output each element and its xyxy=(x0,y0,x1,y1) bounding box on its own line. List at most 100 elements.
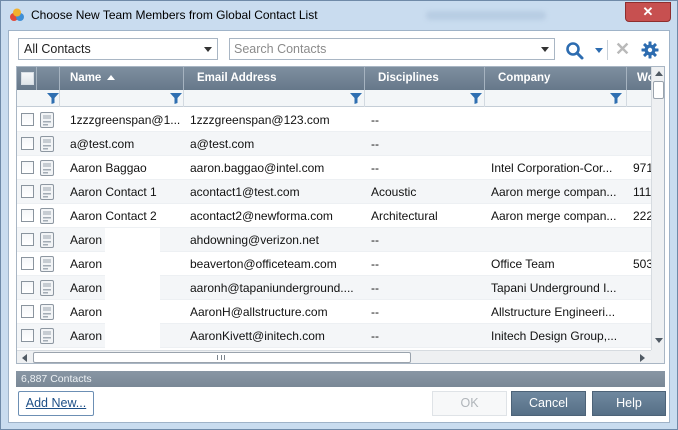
filter-cell-type xyxy=(17,90,60,107)
grip-icon xyxy=(217,355,225,360)
cell-discipline: Architectural xyxy=(371,209,438,223)
clear-x-icon[interactable]: ✕ xyxy=(615,39,630,59)
scroll-left-arrow-icon[interactable] xyxy=(22,354,27,362)
cell-email: acontact2@newforma.com xyxy=(190,209,333,223)
cell-name: 1zzzgreenspan@1... xyxy=(70,113,181,127)
vertical-scroll-thumb[interactable] xyxy=(653,81,664,99)
cell-work xyxy=(627,324,651,348)
filter-cell-email[interactable] xyxy=(184,90,365,107)
row-checkbox[interactable] xyxy=(21,305,34,318)
blurred-title-region xyxy=(426,11,546,20)
table-row[interactable]: Aaron beaverton@officeteam.com -- Office Te… xyxy=(17,252,651,276)
select-all-column xyxy=(17,67,37,90)
row-checkbox[interactable] xyxy=(21,233,34,246)
ok-button[interactable]: OK xyxy=(432,391,507,416)
table-row[interactable]: Aaron AaronH@allstructure.com -- Allstructu… xyxy=(17,300,651,324)
contact-card-icon xyxy=(40,256,54,272)
toolbar-divider xyxy=(607,40,608,60)
column-header-work[interactable]: Wo xyxy=(627,67,651,90)
cell-work: 111- xyxy=(633,185,651,199)
search-icon[interactable] xyxy=(565,41,585,61)
filter-cell-work[interactable] xyxy=(627,90,651,107)
dialog-window: Choose New Team Members from Global Cont… xyxy=(0,0,678,430)
table-row[interactable]: Aaron aaronh@tapaniunderground.... -- Tapan… xyxy=(17,276,651,300)
row-checkbox[interactable] xyxy=(21,113,34,126)
cell-name: Aaron Contact 2 xyxy=(70,209,157,223)
cell-company xyxy=(485,132,627,156)
cell-name: Aaron Contact 1 xyxy=(70,185,157,199)
column-header-name[interactable]: Name xyxy=(60,67,184,90)
cell-discipline: Acoustic xyxy=(371,185,417,199)
contact-card-icon xyxy=(40,280,54,296)
horizontal-scrollbar[interactable] xyxy=(17,350,651,363)
row-checkbox[interactable] xyxy=(21,257,34,270)
table-row[interactable]: Aaron ahdowning@verizon.net -- xyxy=(17,228,651,252)
search-input[interactable] xyxy=(234,41,534,57)
add-new-label: Add New... xyxy=(25,396,87,410)
contact-card-icon xyxy=(40,328,54,344)
title-bar[interactable]: Choose New Team Members from Global Cont… xyxy=(1,1,677,29)
column-header-company[interactable]: Company xyxy=(485,67,627,90)
status-bar: 6,887 Contacts xyxy=(16,371,665,387)
add-new-button[interactable]: Add New... xyxy=(18,391,94,416)
column-header-email[interactable]: Email Address xyxy=(184,67,365,90)
row-checkbox[interactable] xyxy=(21,329,34,342)
cell-email: aaron.baggao@intel.com xyxy=(190,161,325,175)
row-checkbox[interactable] xyxy=(21,281,34,294)
table-row[interactable]: Aaron Contact 1 acontact1@test.com Acousti… xyxy=(17,180,651,204)
filter-funnel-icon[interactable] xyxy=(350,93,362,104)
horizontal-scroll-thumb[interactable] xyxy=(33,352,411,363)
filter-cell-disciplines[interactable] xyxy=(365,90,485,107)
row-checkbox[interactable] xyxy=(21,185,34,198)
type-column xyxy=(37,67,60,90)
contact-card-icon xyxy=(40,136,54,152)
contact-list-dropdown[interactable]: All Contacts xyxy=(18,38,218,60)
cell-name: Aaron Baggao xyxy=(70,161,147,175)
chevron-down-icon[interactable] xyxy=(541,47,549,52)
search-field[interactable] xyxy=(229,38,555,60)
gear-icon[interactable] xyxy=(641,41,659,59)
close-button[interactable]: ✕ xyxy=(625,2,671,22)
table-row[interactable]: Aaron Baggao aaron.baggao@intel.com -- Inte… xyxy=(17,156,651,180)
table-row[interactable]: Aaron AaronKivett@initech.com -- Initech De… xyxy=(17,324,651,348)
filter-funnel-icon[interactable] xyxy=(610,93,622,104)
select-all-checkbox[interactable] xyxy=(21,72,34,85)
search-options-chevron-icon[interactable] xyxy=(595,48,603,53)
redacted-name-block xyxy=(105,324,160,348)
cell-company xyxy=(485,228,627,252)
filter-funnel-icon[interactable] xyxy=(170,93,182,104)
help-button[interactable]: Help xyxy=(592,391,666,416)
cell-discipline: -- xyxy=(371,233,379,247)
row-checkbox[interactable] xyxy=(21,161,34,174)
table-row[interactable]: a@test.com a@test.com -- xyxy=(17,132,651,156)
filter-cell-name[interactable] xyxy=(60,90,184,107)
cell-company xyxy=(485,108,627,132)
cell-discipline: -- xyxy=(371,257,379,271)
sort-ascending-icon xyxy=(107,75,116,80)
cell-email: aaronh@tapaniunderground.... xyxy=(190,281,354,295)
scroll-down-arrow-icon[interactable] xyxy=(655,338,663,343)
filter-funnel-icon[interactable] xyxy=(47,93,59,104)
cell-discipline: -- xyxy=(371,161,379,175)
table-row[interactable]: Aaron Contact 2 acontact2@newforma.com Arc… xyxy=(17,204,651,228)
cell-company: Aaron merge compan... xyxy=(491,209,617,223)
scroll-up-arrow-icon[interactable] xyxy=(655,71,663,76)
row-checkbox[interactable] xyxy=(21,137,34,150)
cell-discipline: -- xyxy=(371,281,379,295)
filter-cell-company[interactable] xyxy=(485,90,627,107)
filter-row xyxy=(17,90,651,107)
cancel-button[interactable]: Cancel xyxy=(511,391,586,416)
column-header-disciplines[interactable]: Disciplines xyxy=(365,67,485,90)
contact-list-value: All Contacts xyxy=(24,42,91,56)
scrollbar-corner xyxy=(651,350,664,363)
grid-header: Name Email Address Disciplines Company W… xyxy=(17,67,651,90)
cell-work xyxy=(627,132,651,156)
filter-funnel-icon[interactable] xyxy=(470,93,482,104)
cell-discipline: -- xyxy=(371,329,379,343)
cell-company: Initech Design Group,... xyxy=(491,329,618,343)
row-checkbox[interactable] xyxy=(21,209,34,222)
contact-card-icon xyxy=(40,112,54,128)
scroll-right-arrow-icon[interactable] xyxy=(640,354,645,362)
table-row[interactable]: 1zzzgreenspan@1... 1zzzgreenspan@123.com -… xyxy=(17,108,651,132)
vertical-scrollbar[interactable] xyxy=(651,67,664,350)
